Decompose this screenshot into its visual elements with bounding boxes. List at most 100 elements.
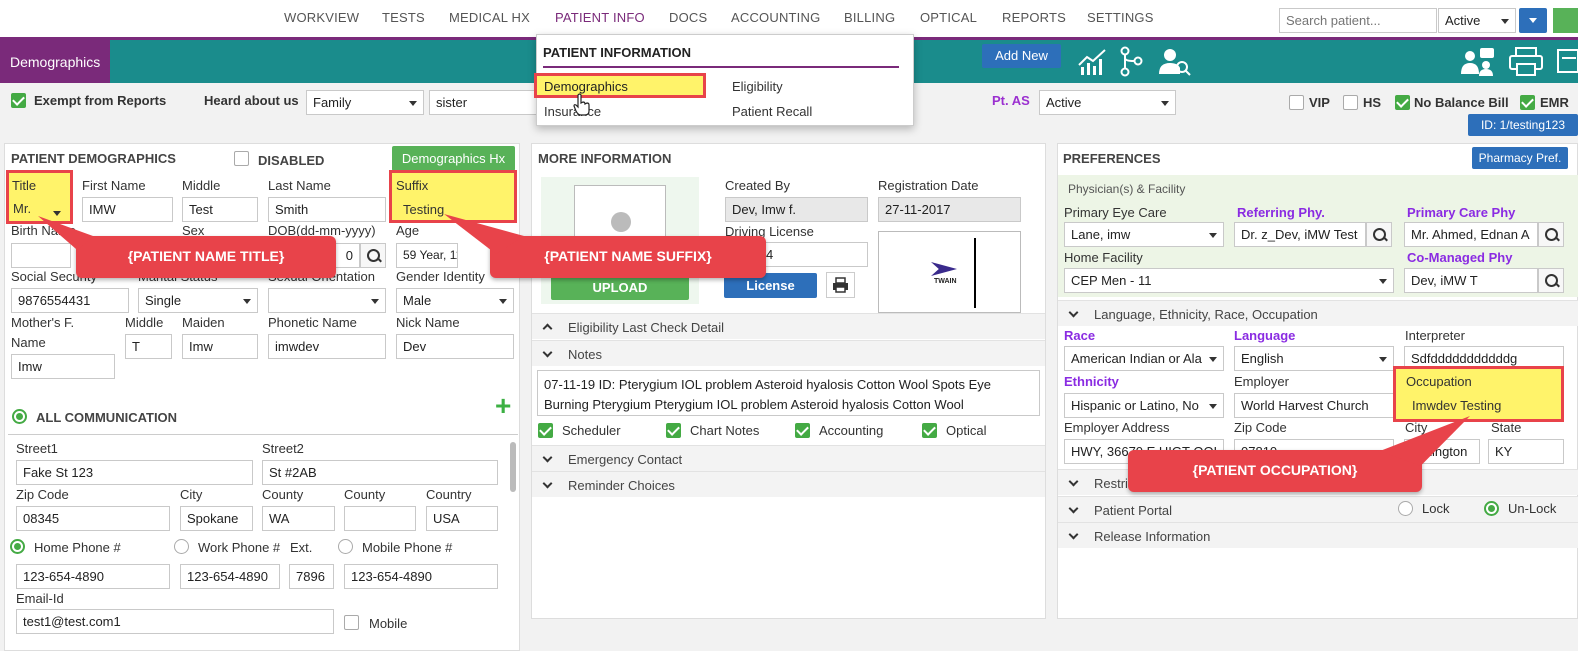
emergency-contact-accordion[interactable]: Emergency Contact [532,445,1045,471]
suffix-input[interactable]: Testing [403,202,444,217]
last-name-input[interactable]: Smith [268,197,386,222]
menu-eligibility[interactable]: Eligibility [732,79,783,94]
occupation-input[interactable]: Imwdev Testing [1412,398,1501,413]
vip-checkbox[interactable] [1289,95,1304,110]
comanaged-input[interactable]: Dev, iMW T [1404,268,1538,293]
pharmacy-pref-button[interactable]: Pharmacy Pref. [1472,147,1568,169]
exempt-reports-checkbox[interactable] [11,93,26,108]
employer-state-input[interactable]: KY [1488,439,1564,464]
nick-input[interactable]: Dev [396,334,514,359]
search-dropdown-button[interactable] [1519,8,1547,33]
disabled-checkbox[interactable] [234,151,249,166]
mother-middle-input[interactable]: T [125,334,172,359]
work-phone-input[interactable]: 123-654-4890 [180,564,280,589]
employer-input[interactable]: World Harvest Church [1234,393,1394,418]
heard-about-select[interactable]: Family [306,90,424,115]
unlock-radio[interactable] [1484,501,1499,516]
nav-reports[interactable]: REPORTS [1002,10,1066,25]
mother-name-input[interactable]: Imw [11,354,115,379]
home-phone-radio[interactable] [10,539,25,554]
emr-checkbox[interactable] [1520,95,1535,110]
mobile-checkbox[interactable] [344,615,359,630]
birth-name-input[interactable] [11,243,71,268]
add-plus-icon[interactable]: + [495,392,511,420]
scrollbar[interactable] [510,442,516,492]
chart-icon[interactable] [1077,47,1109,77]
scanner-icon[interactable] [1556,48,1578,76]
ext-input[interactable]: 7896 [289,564,334,589]
pt-as-select[interactable]: Active [1039,90,1176,115]
language-accordion[interactable]: Language, Ethnicity, Race, Occupation [1058,300,1578,326]
first-name-input[interactable]: IMW [82,197,173,222]
middle-input[interactable]: Test [182,197,258,222]
git-merge-icon[interactable] [1120,46,1144,78]
printer-icon[interactable] [1508,46,1544,78]
maiden-input[interactable]: Imw [182,334,258,359]
street2-input[interactable]: St #2AB [262,460,498,485]
gender-select[interactable]: Male [396,288,514,313]
home-phone-input[interactable]: 123-654-4890 [16,564,170,589]
nav-optical[interactable]: OPTICAL [920,10,977,25]
tab-demographics[interactable]: Demographics [0,40,110,83]
title-select[interactable]: Mr. [13,201,67,219]
mobile-phone-input[interactable]: 123-654-4890 [344,564,498,589]
demographics-hx-button[interactable]: Demographics Hx [392,146,515,171]
nav-medical-hx[interactable]: MEDICAL HX [449,10,530,25]
notes-accordion[interactable]: Notes [532,340,1045,366]
nav-billing[interactable]: BILLING [844,10,895,25]
notes-textarea[interactable]: 07-11-19 ID: Pterygium IOL problem Aster… [537,370,1040,416]
optical-checkbox[interactable] [922,423,937,438]
search-icon[interactable] [1366,222,1392,247]
nav-settings[interactable]: SETTINGS [1087,10,1154,25]
race-select[interactable]: American Indian or Ala [1064,346,1224,371]
patient-status-select[interactable]: Active [1438,8,1516,33]
email-input[interactable]: test1@test.com1 [16,609,334,634]
hs-checkbox[interactable] [1343,95,1358,110]
menu-patient-recall[interactable]: Patient Recall [732,104,812,119]
nav-workview[interactable]: WORKVIEW [284,10,359,25]
city-input[interactable]: Spokane [180,506,253,531]
ethnicity-select[interactable]: Hispanic or Latino, No [1064,393,1224,418]
no-balance-checkbox[interactable] [1395,95,1410,110]
user-search-icon[interactable] [1158,46,1192,78]
nav-tests[interactable]: TESTS [382,10,425,25]
nav-patient-info[interactable]: PATIENT INFO [555,10,645,25]
ssn-input[interactable]: 9876554431 [11,288,129,313]
nav-accounting[interactable]: ACCOUNTING [731,10,820,25]
go-button[interactable] [1553,8,1578,33]
chart-notes-checkbox[interactable] [666,423,681,438]
country-input[interactable]: USA [426,506,498,531]
twain-scan-area[interactable]: TWAIN [878,231,1021,313]
county2-input[interactable] [344,506,416,531]
eligibility-accordion[interactable]: Eligibility Last Check Detail [532,313,1045,339]
search-icon[interactable] [1538,222,1564,247]
all-communication-radio[interactable] [12,409,27,424]
phonetic-input[interactable]: imwdev [268,334,386,359]
calendar-icon[interactable] [360,243,386,268]
menu-demographics[interactable]: Demographics [534,73,706,98]
primary-care-input[interactable]: Mr. Ahmed, Ednan A [1404,222,1538,247]
search-patient-input[interactable] [1279,8,1437,33]
search-icon[interactable] [1538,268,1564,293]
home-facility-select[interactable]: CEP Men - 11 [1064,268,1394,293]
accounting-checkbox[interactable] [795,423,810,438]
marital-select[interactable]: Single [138,288,258,313]
mobile-phone-radio[interactable] [338,539,353,554]
add-new-button[interactable]: Add New [982,44,1061,68]
reminder-choices-accordion[interactable]: Reminder Choices [532,471,1045,497]
patient-portal-accordion[interactable]: Patient Portal [1058,496,1578,522]
referring-input[interactable]: Dr. z_Dev, iMW Test [1234,222,1366,247]
heard-about-detail-input[interactable]: sister [429,90,539,115]
street1-input[interactable]: Fake St 123 [16,460,253,485]
county-input[interactable]: WA [262,506,335,531]
lock-radio[interactable] [1398,501,1413,516]
users-chat-icon[interactable] [1460,46,1496,78]
scheduler-checkbox[interactable] [538,423,553,438]
zip-input[interactable]: 08345 [16,506,170,531]
primary-eye-select[interactable]: Lane, imw [1064,222,1224,247]
language-select[interactable]: English [1234,346,1394,371]
sexual-orientation-select[interactable] [268,288,386,313]
work-phone-radio[interactable] [174,539,189,554]
print-license-button[interactable] [826,272,855,298]
release-info-accordion[interactable]: Release Information [1058,522,1578,548]
